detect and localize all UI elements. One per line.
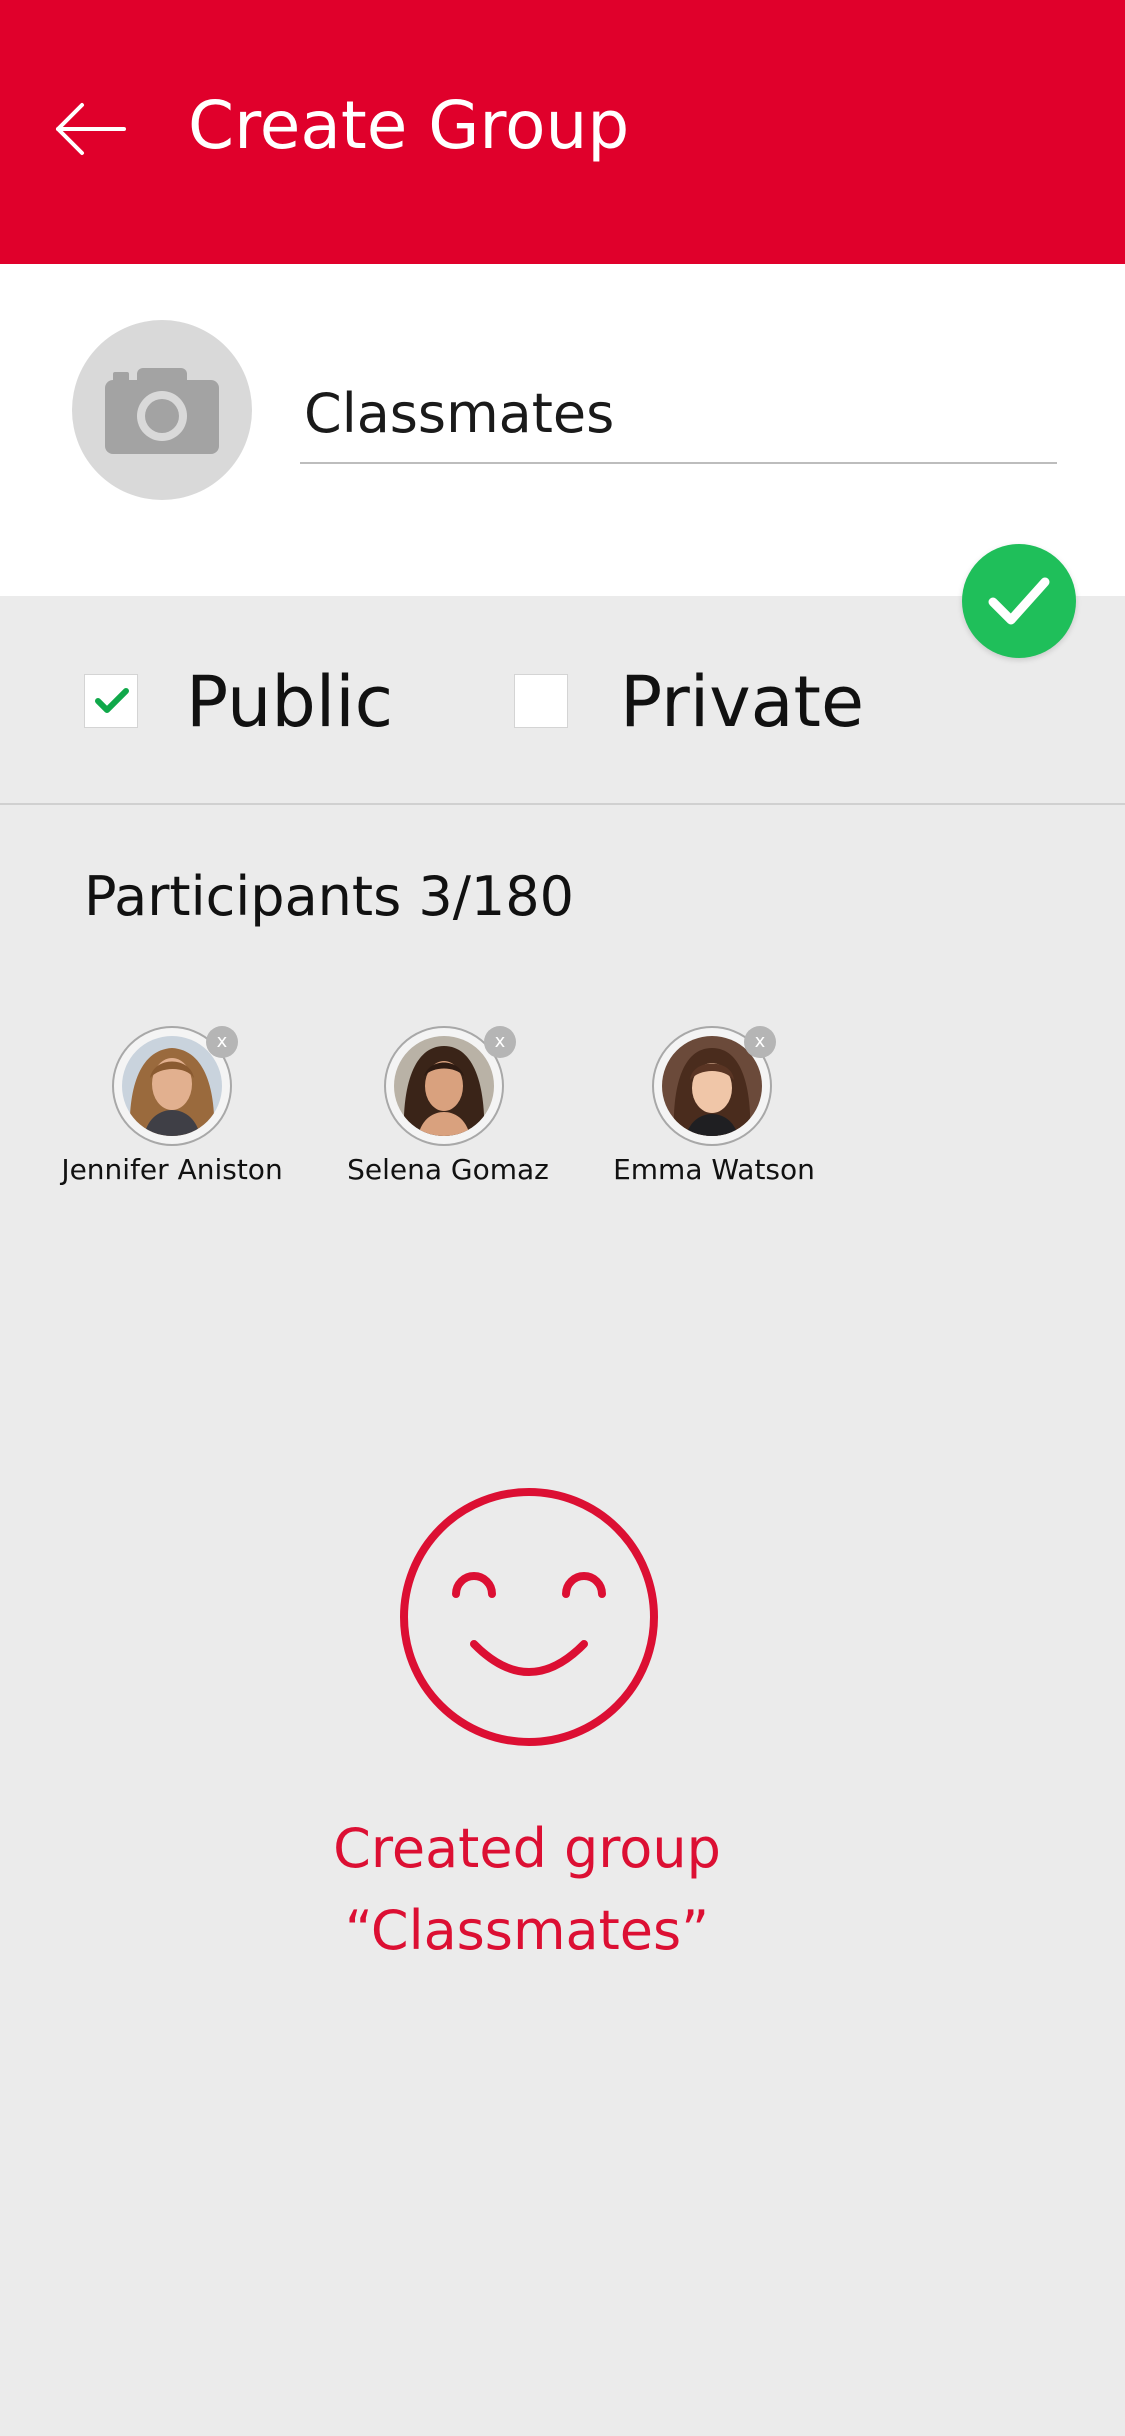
group-photo-button[interactable] <box>72 320 252 500</box>
success-message: Created group “Classmates” <box>262 1808 792 1972</box>
participant-item: x Selena Gomaz <box>318 1026 578 1196</box>
public-checkbox[interactable] <box>84 674 138 728</box>
app-header: Create Group <box>0 0 1125 264</box>
confirm-button[interactable] <box>962 544 1076 658</box>
remove-participant-button[interactable]: x <box>484 1026 516 1058</box>
participant-name: Emma Watson <box>613 1153 815 1186</box>
avatar-photo <box>394 1036 494 1136</box>
public-label[interactable]: Public <box>186 662 393 742</box>
participants-count-label: Participants 3/180 <box>84 865 574 928</box>
participant-item: x Jennifer Aniston <box>42 1026 302 1196</box>
checkmark-icon <box>95 688 129 713</box>
success-message-line-2: “Classmates” <box>344 1899 710 1962</box>
success-message-line-1: Created group <box>333 1817 721 1880</box>
arrow-left-icon <box>56 103 126 155</box>
group-name-input[interactable] <box>300 364 1057 464</box>
private-label[interactable]: Private <box>620 662 864 742</box>
smiley-face-icon <box>398 1486 660 1752</box>
back-button[interactable] <box>52 94 132 164</box>
group-info-panel <box>0 264 1125 596</box>
participant-item: x Emma Watson <box>584 1026 844 1196</box>
participant-name: Jennifer Aniston <box>61 1153 283 1186</box>
section-divider <box>0 803 1125 805</box>
remove-participant-button[interactable]: x <box>744 1026 776 1058</box>
checkmark-icon <box>988 577 1050 625</box>
page-title: Create Group <box>188 87 630 164</box>
private-checkbox[interactable] <box>514 674 568 728</box>
camera-icon <box>105 368 219 454</box>
participant-name: Selena Gomaz <box>347 1153 549 1186</box>
remove-participant-button[interactable]: x <box>206 1026 238 1058</box>
avatar-photo <box>122 1036 222 1136</box>
